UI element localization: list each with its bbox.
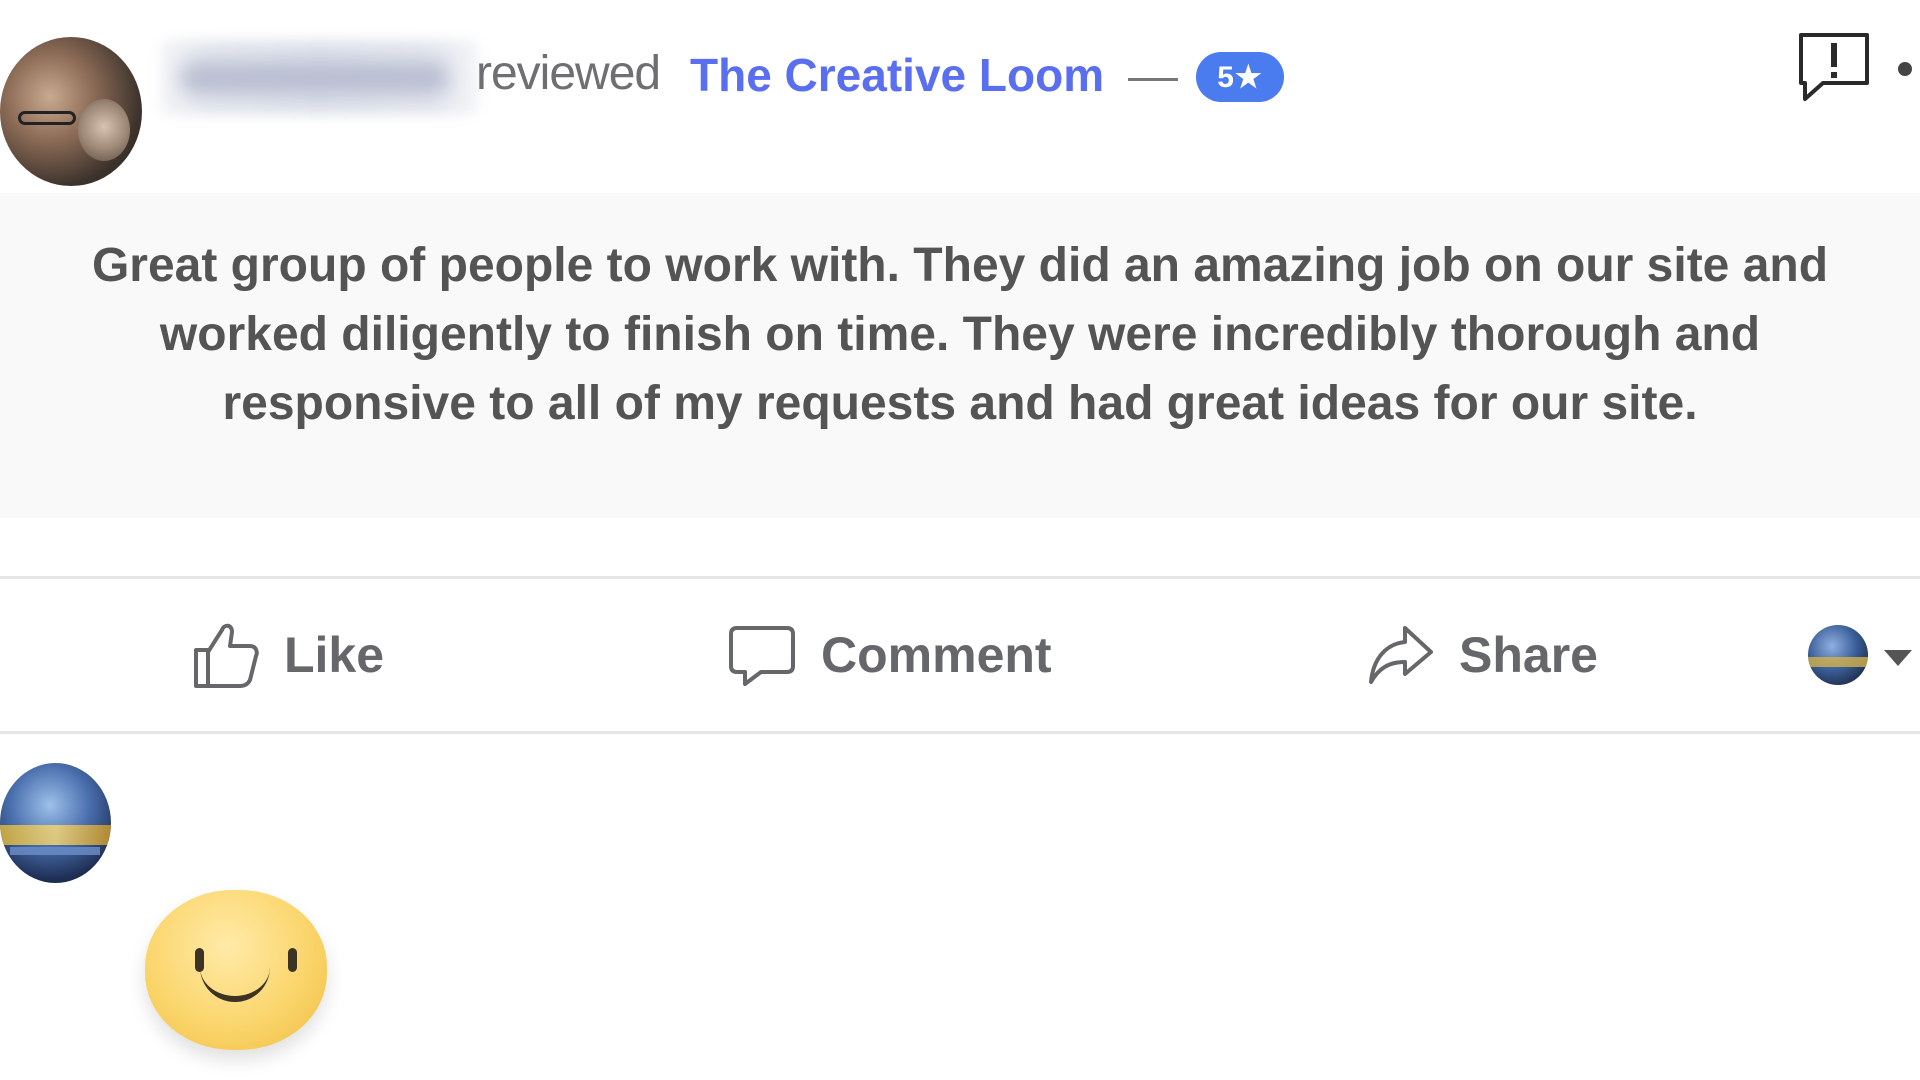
- share-label: Share: [1459, 627, 1598, 683]
- reviewer-name-blurred[interactable]: [160, 40, 478, 115]
- smiley-sticker: [145, 890, 327, 1050]
- like-button[interactable]: Like: [190, 620, 384, 690]
- page-name-link[interactable]: The Creative Loom: [690, 48, 1104, 102]
- page-comment-avatar[interactable]: [0, 763, 111, 883]
- speech-bubble-icon: [729, 626, 795, 686]
- report-icon[interactable]: [1797, 31, 1871, 103]
- review-text: Great group of people to work with. They…: [91, 239, 1829, 430]
- share-arrow-icon: [1369, 626, 1433, 684]
- thumbs-up-icon: [194, 623, 259, 688]
- share-button[interactable]: Share: [1365, 620, 1598, 690]
- reviewed-label: reviewed: [476, 47, 661, 100]
- rating-badge: 5★: [1196, 52, 1284, 102]
- like-label: Like: [284, 627, 385, 683]
- separator-dash: [1128, 78, 1178, 81]
- review-body: Great group of people to work with. They…: [0, 193, 1920, 518]
- page-avatar-selector[interactable]: [1808, 625, 1868, 685]
- comment-button[interactable]: Comment: [727, 620, 1052, 690]
- reviewer-avatar[interactable]: [0, 37, 142, 186]
- more-options-icon[interactable]: [1898, 62, 1912, 76]
- divider: [0, 731, 1920, 734]
- divider: [0, 576, 1920, 579]
- chevron-down-icon[interactable]: [1884, 650, 1912, 666]
- comment-label: Comment: [821, 627, 1052, 683]
